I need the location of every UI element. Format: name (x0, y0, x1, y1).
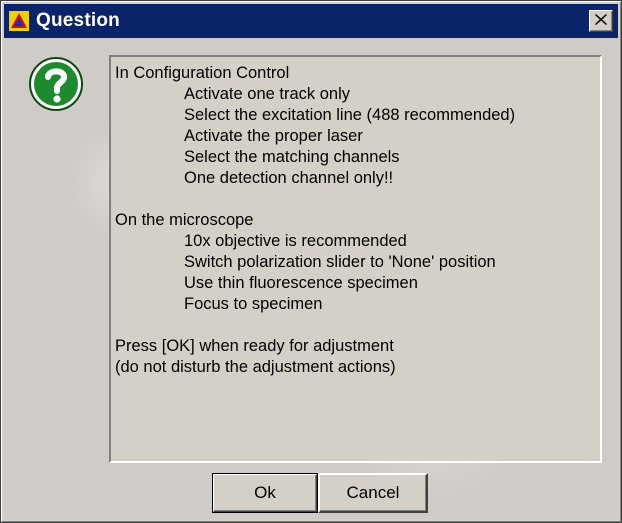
question-mark-icon (28, 56, 84, 112)
cancel-button[interactable]: Cancel (318, 473, 428, 513)
question-dialog-window: Question In Configuration Control Activa… (0, 0, 622, 523)
section-heading-config: In Configuration Control (115, 64, 290, 82)
message-text-panel: In Configuration Control Activate one tr… (109, 55, 602, 463)
title-bar[interactable]: Question (4, 4, 618, 38)
instruction-line: Switch polarization slider to 'None' pos… (184, 253, 496, 271)
instruction-line: Activate one track only (184, 85, 350, 103)
instruction-line: Use thin fluorescence specimen (184, 274, 418, 292)
instruction-line: Focus to specimen (184, 295, 323, 313)
dialog-body: In Configuration Control Activate one tr… (4, 38, 618, 519)
instruction-line: Select the matching channels (184, 148, 400, 166)
section-heading-microscope: On the microscope (115, 211, 254, 229)
instruction-line: One detection channel only!! (184, 169, 394, 187)
instruction-line: Select the excitation line (488 recommen… (184, 106, 516, 124)
close-button[interactable] (589, 10, 613, 32)
close-x-icon (595, 12, 607, 30)
footer-line: Press [OK] when ready for adjustment (115, 337, 394, 355)
window-title: Question (36, 10, 120, 31)
ok-button[interactable]: Ok (212, 473, 318, 513)
footer-line: (do not disturb the adjustment actions) (115, 358, 396, 376)
instruction-line: Activate the proper laser (184, 127, 363, 145)
app-triangle-icon (9, 11, 29, 31)
instruction-line: 10x objective is recommended (184, 232, 407, 250)
